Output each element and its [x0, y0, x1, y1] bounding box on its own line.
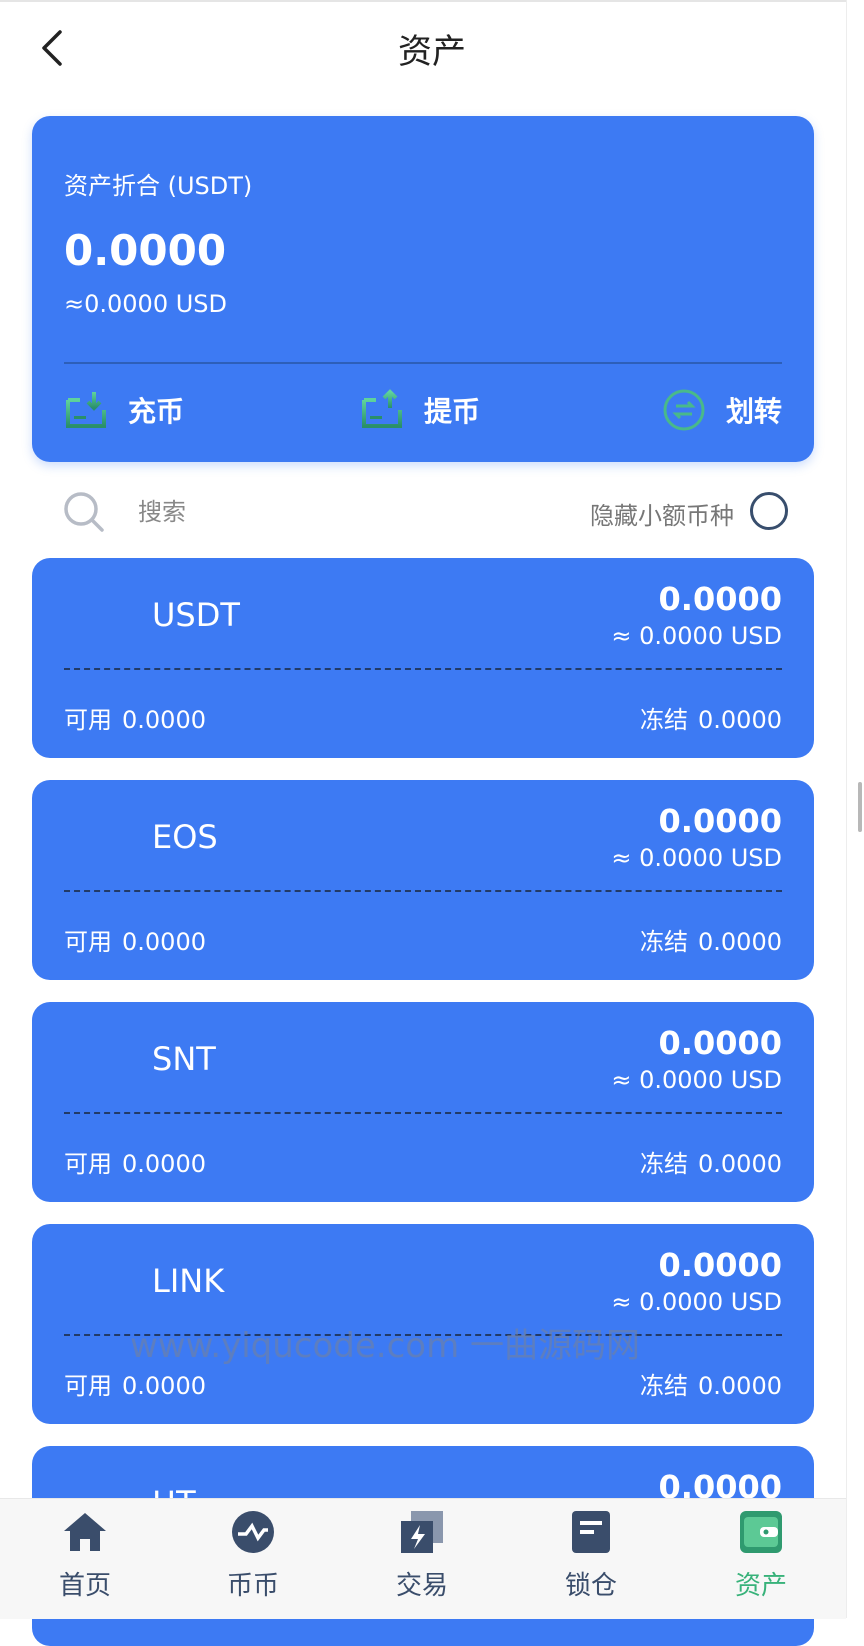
deposit-icon [66, 392, 106, 428]
hide-small-assets-toggle[interactable] [750, 492, 788, 530]
wallet-icon [740, 1511, 782, 1553]
asset-amount: 0.0000 [658, 1246, 782, 1284]
asset-name: SNT [152, 1040, 216, 1078]
deposit-label: 充币 [128, 395, 185, 428]
tab-label: 首页 [58, 1571, 111, 1601]
asset-name: USDT [152, 596, 240, 634]
frozen-balance: 冻结 0.0000 [640, 706, 782, 734]
tab-lock-position[interactable]: 锁仓 [536, 1509, 646, 1613]
asset-card-link[interactable]: LINK 0.0000 ≈ 0.0000 USD 可用 0.0000 冻结 0.00… [32, 1224, 814, 1424]
asset-amount: 0.0000 [658, 802, 782, 840]
asset-name: EOS [152, 818, 218, 856]
asset-usd-value: ≈ 0.0000 USD [611, 844, 782, 872]
withdraw-label: 提币 [424, 395, 481, 428]
asset-name: LINK [152, 1262, 225, 1300]
withdraw-button[interactable]: 提币 [360, 386, 480, 434]
hide-small-assets-label: 隐藏小额币种 [590, 502, 734, 530]
available-balance: 可用 0.0000 [64, 1372, 206, 1400]
frozen-balance: 冻结 0.0000 [640, 1150, 782, 1178]
asset-card-eos[interactable]: EOS 0.0000 ≈ 0.0000 USD 可用 0.0000 冻结 0.000… [32, 780, 814, 980]
dashed-divider [64, 890, 782, 892]
summary-total-value: 0.0000 [64, 226, 227, 275]
dashed-divider [64, 1112, 782, 1114]
asset-amount: 0.0000 [658, 1024, 782, 1062]
bottom-tab-bar: 首页 币币 交易 锁仓 资产 [0, 1498, 846, 1619]
asset-amount: 0.0000 [658, 580, 782, 618]
summary-usd-value: ≈0.0000 USD [64, 290, 227, 318]
tab-label: 资产 [734, 1571, 787, 1601]
tab-assets[interactable]: 资产 [706, 1509, 816, 1613]
available-balance: 可用 0.0000 [64, 928, 206, 956]
search-bar: 隐藏小额币种 [0, 486, 864, 536]
asset-usd-value: ≈ 0.0000 USD [611, 1066, 782, 1094]
tab-home[interactable]: 首页 [30, 1509, 140, 1613]
summary-divider [64, 362, 782, 364]
asset-usd-value: ≈ 0.0000 USD [611, 1288, 782, 1316]
deposit-button[interactable]: 充币 [64, 386, 184, 434]
withdraw-icon [362, 389, 402, 428]
asset-card-snt[interactable]: SNT 0.0000 ≈ 0.0000 USD 可用 0.0000 冻结 0.000… [32, 1002, 814, 1202]
search-icon[interactable] [62, 490, 106, 534]
page-title: 资产 [398, 32, 466, 72]
summary-label: 资产折合 (USDT) [64, 172, 253, 200]
exchange-icon [232, 1511, 274, 1553]
scrollbar-thumb[interactable] [858, 782, 862, 832]
transfer-icon [663, 389, 705, 431]
tab-label: 币币 [226, 1571, 279, 1601]
dashed-divider [64, 668, 782, 670]
home-icon [64, 1513, 106, 1551]
asset-usd-value: ≈ 0.0000 USD [611, 622, 782, 650]
available-balance: 可用 0.0000 [64, 706, 206, 734]
asset-summary-card: 资产折合 (USDT) 0.0000 ≈0.0000 USD 充币 提币 划转 [32, 116, 814, 462]
tab-trade[interactable]: 交易 [367, 1509, 477, 1613]
tab-label: 锁仓 [564, 1571, 617, 1601]
tab-coin-coin[interactable]: 币币 [198, 1509, 308, 1613]
header: 资产 [0, 0, 864, 92]
search-input[interactable] [136, 494, 400, 530]
frozen-balance: 冻结 0.0000 [640, 928, 782, 956]
transfer-label: 划转 [725, 395, 782, 428]
transfer-button[interactable]: 划转 [662, 386, 782, 434]
tab-label: 交易 [395, 1571, 448, 1601]
frozen-balance: 冻结 0.0000 [640, 1372, 782, 1400]
trade-icon [401, 1511, 443, 1553]
asset-card-usdt[interactable]: USDT 0.0000 ≈ 0.0000 USD 可用 0.0000 冻结 0.00… [32, 558, 814, 758]
dashed-divider [64, 1334, 782, 1336]
available-balance: 可用 0.0000 [64, 1150, 206, 1178]
lock-position-icon [572, 1511, 610, 1553]
